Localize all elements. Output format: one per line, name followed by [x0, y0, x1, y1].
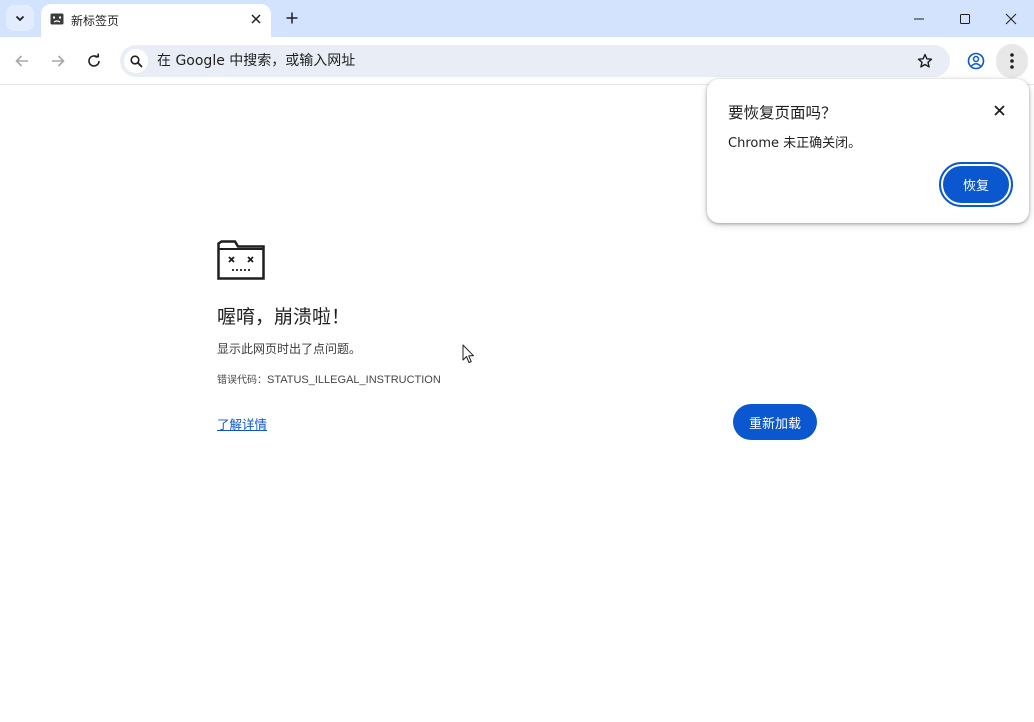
tab-strip: 新标签页 — [0, 0, 1034, 37]
address-input[interactable] — [157, 51, 857, 71]
maximize-button[interactable] — [942, 0, 988, 37]
popup-close-button[interactable] — [989, 100, 1009, 120]
forward-button[interactable] — [46, 49, 70, 73]
error-title: 喔唷，崩溃啦！ — [217, 306, 351, 328]
restore-button[interactable]: 恢复 — [939, 162, 1013, 207]
back-button[interactable] — [10, 49, 34, 73]
error-description: 显示此网页时出了点问题。 — [217, 342, 362, 356]
error-code: 错误代码：STATUS_ILLEGAL_INSTRUCTION — [217, 371, 441, 386]
omnibox[interactable] — [120, 45, 950, 77]
popup-message: Chrome 未正确关闭。 — [728, 136, 862, 151]
error-code-value: STATUS_ILLEGAL_INSTRUCTION — [267, 374, 441, 386]
plus-icon — [286, 12, 298, 24]
chrome-menu-button[interactable] — [996, 44, 1028, 78]
new-tab-button[interactable] — [281, 7, 303, 29]
minimize-button[interactable] — [896, 0, 942, 37]
tab-close-button[interactable] — [247, 10, 265, 28]
reload-page-button[interactable]: 重新加载 — [733, 404, 817, 440]
arrow-right-icon — [52, 55, 65, 67]
restore-pages-popup: 要恢复页面吗？ Chrome 未正确关闭。 恢复 — [707, 79, 1029, 223]
popup-title: 要恢复页面吗？ — [728, 104, 837, 122]
sad-folder-icon — [217, 240, 265, 280]
arrow-left-icon — [15, 55, 28, 67]
tab-title: 新标签页 — [71, 14, 120, 28]
account-icon — [967, 52, 985, 70]
star-icon — [917, 53, 933, 68]
reload-icon — [88, 53, 100, 67]
toolbar — [0, 37, 1034, 85]
active-tab[interactable]: 新标签页 — [41, 4, 271, 37]
search-icon — [124, 49, 148, 73]
more-vertical-icon — [1010, 53, 1014, 69]
error-code-label: 错误代码： — [217, 375, 267, 386]
reload-button[interactable] — [82, 49, 106, 73]
learn-more-link[interactable]: 了解详情 — [217, 414, 267, 433]
sad-face-icon — [50, 13, 64, 25]
tab-search-button[interactable] — [6, 5, 34, 31]
chevron-down-icon — [15, 15, 25, 22]
profile-button[interactable] — [964, 49, 988, 73]
window-close-button[interactable] — [988, 0, 1034, 37]
close-icon — [993, 104, 1005, 116]
close-icon — [251, 14, 261, 24]
maximize-icon — [960, 13, 970, 24]
minimize-icon — [914, 18, 924, 19]
mouse-pointer-icon — [462, 344, 474, 363]
close-icon — [1005, 13, 1017, 24]
bookmark-star-button[interactable] — [916, 52, 934, 70]
